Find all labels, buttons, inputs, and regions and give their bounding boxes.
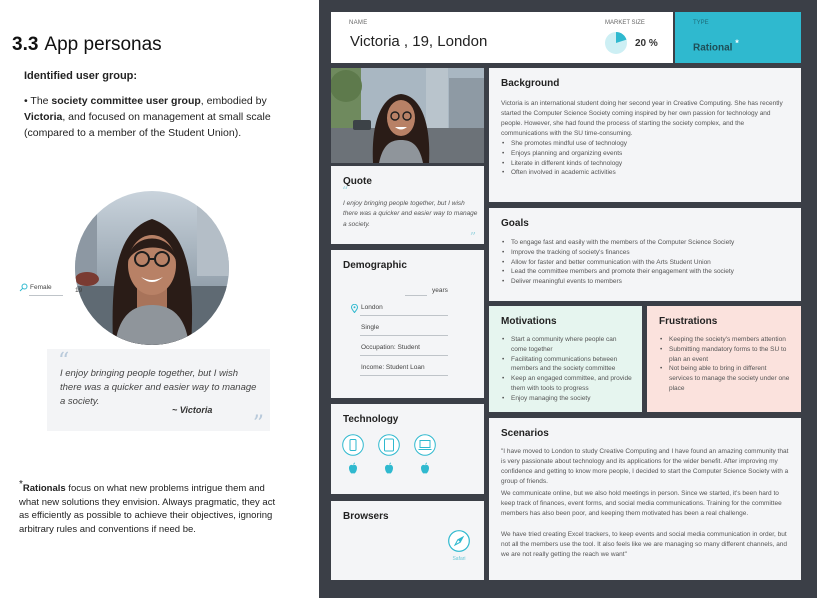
rationals-footnote: *Rationals focus on what new problems in… — [19, 479, 276, 535]
age-unit: years — [432, 287, 448, 294]
list-item: To engage fast and easily with the membe… — [502, 238, 734, 248]
location-underline — [360, 315, 448, 316]
quote-callout: “ I enjoy bringing people together, but … — [47, 349, 270, 437]
occupation-value: Occupation: Student — [361, 344, 420, 351]
phone-icon — [342, 434, 364, 456]
scenarios-title: Scenarios — [501, 428, 549, 439]
age-value: 19 — [75, 287, 83, 294]
income-value: Income: Student Loan — [361, 364, 425, 371]
motivations-list: Start a community where people can come … — [502, 335, 632, 403]
market-size-pie — [605, 32, 627, 54]
scenarios-card: Scenarios "I have moved to London to stu… — [489, 418, 801, 580]
user-group-heading: Identified user group: — [24, 70, 138, 82]
goals-card: Goals To engage fast and easily with the… — [489, 208, 801, 301]
demographic-title: Demographic — [343, 260, 407, 271]
persona-header: NAME Victoria , 19, London MARKET SIZE 2… — [331, 12, 673, 63]
list-item: Enjoy managing the society — [502, 394, 632, 404]
apple-icon — [385, 462, 393, 474]
motivations-title: Motivations — [501, 316, 557, 327]
apple-icon — [421, 462, 429, 474]
list-item: Facilitating communications between memb… — [502, 355, 632, 375]
gender-icon — [19, 283, 28, 292]
location-pin-icon — [350, 304, 359, 313]
goals-title: Goals — [501, 218, 529, 229]
location-value: London — [361, 304, 383, 311]
list-item: Not being able to bring in different ser… — [660, 364, 792, 393]
goals-list: To engage fast and easily with the membe… — [502, 238, 734, 287]
scenario-paragraph: "I have moved to London to study Creativ… — [501, 448, 789, 486]
quote-text: I enjoy bringing people together, but I … — [60, 368, 257, 407]
frustrations-card: Frustrations Keeping the society's membe… — [647, 306, 801, 412]
scenario-paragraph: We communicate online, but we also hold … — [501, 490, 782, 518]
list-item: Submitting mandatory forms to the SU to … — [660, 345, 792, 365]
section-heading: App personas — [44, 34, 162, 55]
motivations-card: Motivations Start a community where peop… — [489, 306, 642, 412]
safari-icon — [448, 530, 470, 552]
market-size-label: MARKET SIZE — [605, 20, 645, 26]
open-quote-icon: “ — [342, 184, 349, 198]
list-item: Often involved in academic activities — [502, 168, 627, 178]
frustrations-title: Frustrations — [659, 316, 718, 327]
quote-card-text: I enjoy bringing people together, but I … — [343, 200, 478, 228]
technology-title: Technology — [343, 414, 399, 425]
type-value: Rational * — [693, 38, 739, 54]
laptop-icon — [414, 434, 436, 456]
list-item: Literate in different kinds of technolog… — [502, 159, 627, 169]
list-item: She promotes mindful use of technology — [502, 139, 627, 149]
frustrations-list: Keeping the society's members attention … — [660, 335, 792, 394]
scenario-paragraph: We have tried creating Excel trackers, t… — [501, 531, 788, 559]
status-value: Single — [361, 324, 380, 331]
status-underline — [360, 335, 448, 336]
gender-underline — [29, 295, 63, 296]
quote-card: Quote “ I enjoy bringing people together… — [331, 166, 484, 244]
list-item: Keep an engaged committee, and provide t… — [502, 374, 632, 394]
name-label: NAME — [349, 20, 368, 26]
apple-icon — [349, 462, 357, 474]
close-quote-icon: ” — [252, 412, 264, 437]
list-item: Deliver meaningful events to members — [502, 277, 734, 287]
age-underline — [405, 295, 427, 296]
income-underline — [360, 375, 448, 376]
persona-photo — [331, 68, 484, 163]
persona-type: TYPE Rational * — [675, 12, 801, 63]
section-title: 3.3 App personas — [12, 34, 162, 56]
type-label: TYPE — [693, 20, 709, 26]
safari-label: Safari — [452, 556, 466, 562]
background-title: Background — [501, 78, 560, 89]
list-item: Improve the tracking of society's financ… — [502, 248, 734, 258]
background-list: She promotes mindful use of technology E… — [502, 139, 627, 178]
background-card: Background Victoria is an international … — [489, 68, 801, 202]
market-size-value: 20 % — [635, 38, 658, 49]
list-item: Keeping the society's members attention — [660, 335, 792, 345]
gender-value: Female — [30, 284, 52, 291]
browsers-title: Browsers — [343, 511, 389, 522]
quote-author: ~ Victoria — [172, 405, 213, 415]
persona-name: Victoria , 19, London — [350, 33, 488, 50]
tablet-icon — [378, 434, 400, 456]
persona-portrait — [75, 191, 229, 345]
list-item: Lead the committee members and promote t… — [502, 267, 734, 277]
occupation-underline — [360, 355, 448, 356]
list-item: Enjoys planning and organizing events — [502, 149, 627, 159]
section-number: 3.3 — [12, 34, 39, 55]
list-item: Start a community where people can come … — [502, 335, 632, 355]
user-group-description: • The society committee user group, embo… — [24, 95, 271, 139]
list-item: Allow for faster and better communicatio… — [502, 258, 734, 268]
background-text: Victoria is an international student doi… — [501, 100, 783, 138]
close-quote-icon: ” — [469, 230, 476, 244]
